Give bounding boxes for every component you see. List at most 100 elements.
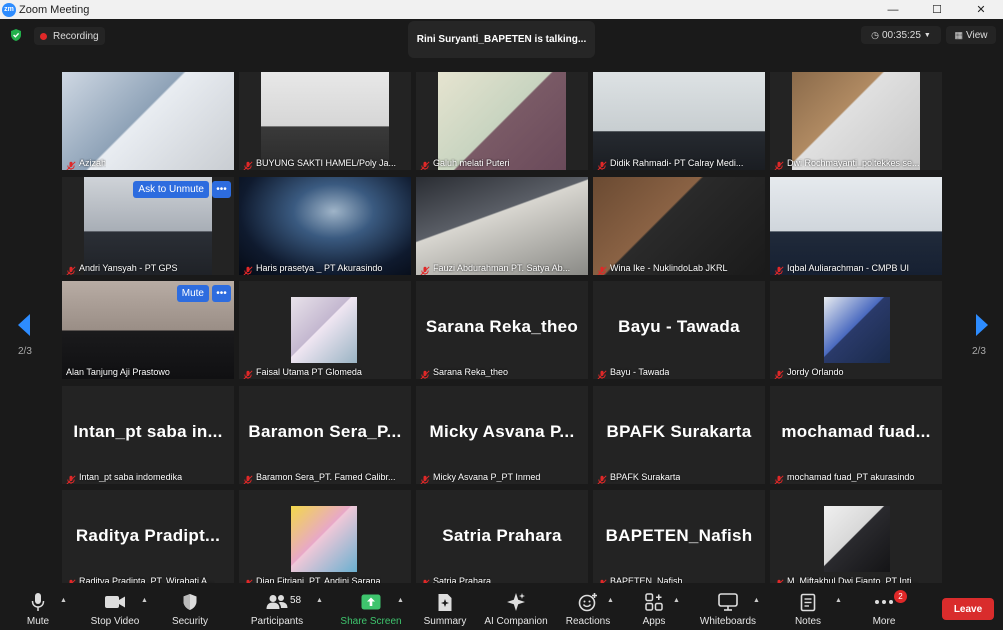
mute-button[interactable]: Mute bbox=[18, 583, 58, 630]
participant-tile[interactable]: Fauzi Abdurahman PT. Satya Ab... bbox=[416, 176, 588, 275]
participant-tile[interactable]: Didik Rahmadi- PT Calray Medi... bbox=[593, 72, 765, 170]
participant-tile[interactable]: Galuh melati Puteri bbox=[416, 72, 588, 170]
participant-count: 58 bbox=[290, 595, 302, 606]
muted-microphone-icon bbox=[774, 158, 784, 170]
participant-tile[interactable]: Raditya Pradipt... Raditya Pradipta_PT. W… bbox=[62, 490, 234, 588]
close-button[interactable]: ✕ bbox=[959, 0, 1003, 19]
participant-tile[interactable]: BAPETEN_Nafish BAPETEN_Nafish bbox=[593, 490, 765, 588]
participant-name-tag: BUYUNG SAKTI HAMEL/Poly Ja... bbox=[243, 156, 396, 170]
active-speaker-banner: Rini Suryanti_BAPETEN is talking... bbox=[408, 21, 595, 58]
mute-options-chevron-icon[interactable]: ▲ bbox=[60, 597, 67, 604]
recording-indicator[interactable]: Recording bbox=[34, 27, 105, 45]
reactions-options-chevron-icon[interactable]: ▲ bbox=[607, 597, 614, 604]
muted-microphone-icon bbox=[597, 472, 607, 484]
participant-name-tag: Micky Asvana P_PT Inmed bbox=[420, 470, 540, 484]
maximize-button[interactable]: ☐ bbox=[915, 0, 959, 19]
page-indicator-right: 2/3 bbox=[972, 346, 986, 357]
reactions-label: Reactions bbox=[565, 616, 611, 627]
muted-microphone-icon bbox=[774, 472, 784, 484]
next-page-arrow-icon[interactable] bbox=[972, 312, 992, 338]
participant-tile[interactable]: Mute ••• Alan Tanjung Aji Prastowo bbox=[62, 281, 234, 379]
participant-tile[interactable]: Dwi Rochmayanti_poltekkes se... bbox=[770, 72, 942, 170]
share-screen-button[interactable]: Share Screen bbox=[340, 583, 402, 630]
participant-name: Galuh melati Puteri bbox=[433, 158, 510, 168]
participant-name-tag: Dwi Rochmayanti_poltekkes se... bbox=[774, 156, 920, 170]
participant-tile[interactable]: Dian Fitriani_PT. Andini Sarana bbox=[239, 490, 411, 588]
participant-tile[interactable]: Intan_pt saba in... Intan_pt saba indomed… bbox=[62, 385, 234, 484]
tile-options-icon[interactable]: ••• bbox=[212, 180, 231, 198]
muted-microphone-icon bbox=[66, 263, 76, 275]
whiteboards-options-chevron-icon[interactable]: ▲ bbox=[753, 597, 760, 604]
ai-companion-button[interactable]: AI Companion bbox=[482, 583, 550, 630]
participant-tile[interactable]: Wina Ike - NuklindoLab JKRL bbox=[593, 176, 765, 275]
stop-video-label: Stop Video bbox=[90, 616, 140, 627]
participant-name: Andri Yansyah - PT GPS bbox=[79, 262, 178, 273]
window-titlebar: zm Zoom Meeting — ☐ ✕ bbox=[0, 0, 1003, 19]
participant-name-tag: Sarana Reka_theo bbox=[420, 365, 508, 379]
security-button[interactable]: Security bbox=[168, 583, 212, 630]
participants-options-chevron-icon[interactable]: ▲ bbox=[316, 597, 323, 604]
reactions-button[interactable]: Reactions bbox=[563, 583, 613, 630]
share-options-chevron-icon[interactable]: ▲ bbox=[397, 597, 404, 604]
zoom-logo-icon: zm bbox=[2, 2, 16, 17]
view-label: View bbox=[966, 29, 988, 41]
participant-display-name: BAPETEN_Nafish bbox=[605, 526, 753, 545]
previous-page-arrow-icon[interactable] bbox=[14, 312, 34, 338]
tile-options-icon[interactable]: ••• bbox=[212, 285, 231, 302]
active-speaker-text: Rini Suryanti_BAPETEN is talking... bbox=[416, 34, 587, 45]
notes-label: Notes bbox=[794, 616, 822, 627]
participant-name: Didik Rahmadi- PT Calray Medi... bbox=[610, 158, 744, 168]
more-dots-icon bbox=[874, 592, 894, 612]
minimize-button[interactable]: — bbox=[871, 0, 915, 19]
participant-tile[interactable]: Jordy Orlando bbox=[770, 281, 942, 379]
apps-label: Apps bbox=[642, 616, 666, 627]
ask-to-unmute-button[interactable]: Ask to Unmute bbox=[133, 180, 209, 198]
participant-name: Sarana Reka_theo bbox=[433, 367, 509, 377]
participant-tile[interactable]: Micky Asvana P... Micky Asvana P_PT Inmed bbox=[416, 385, 588, 484]
apps-options-chevron-icon[interactable]: ▲ bbox=[673, 597, 680, 604]
participant-display-name: Baramon Sera_P... bbox=[248, 421, 402, 441]
participant-tile[interactable]: Sarana Reka_theo Sarana Reka_theo bbox=[416, 281, 588, 379]
meeting-timer[interactable]: ◷ 00:35:25 ▼ bbox=[861, 26, 941, 44]
participant-tile[interactable]: Iqbal Auliarachman - CMPB UI bbox=[770, 176, 942, 275]
participant-tile[interactable]: Azizah bbox=[62, 72, 234, 170]
notes-options-chevron-icon[interactable]: ▲ bbox=[835, 597, 842, 604]
participant-profile-photo bbox=[824, 297, 890, 363]
video-options-chevron-icon[interactable]: ▲ bbox=[141, 597, 148, 604]
participant-tile[interactable]: Satria Prahara Satria Prahara bbox=[416, 490, 588, 588]
participant-tile[interactable]: BUYUNG SAKTI HAMEL/Poly Ja... bbox=[239, 72, 411, 170]
grid-icon: ▦ bbox=[954, 29, 963, 40]
participant-profile-photo bbox=[291, 506, 357, 572]
participant-name: Jordy Orlando bbox=[787, 367, 844, 377]
participant-tile[interactable]: M. Miftakhul Dwi Fianto_PT Inti... bbox=[770, 490, 942, 588]
zoom-meeting-window: zm Zoom Meeting — ☐ ✕ Recording Rini Sur… bbox=[0, 0, 1003, 630]
whiteboards-button[interactable]: Whiteboards bbox=[696, 583, 760, 630]
leave-button[interactable]: Leave bbox=[942, 598, 994, 620]
summary-button[interactable]: Summary bbox=[422, 583, 468, 630]
share-screen-label: Share Screen bbox=[340, 616, 402, 627]
encryption-shield-icon[interactable] bbox=[9, 28, 23, 42]
timer-value: 00:35:25 bbox=[881, 29, 921, 41]
muted-microphone-icon bbox=[774, 263, 784, 275]
stop-video-button[interactable]: Stop Video bbox=[88, 583, 142, 630]
summary-label: Summary bbox=[423, 616, 467, 627]
participant-tile[interactable]: Haris prasetya _ PT Akurasindo bbox=[239, 176, 411, 275]
participant-tile[interactable]: Bayu - Tawada Bayu - Tawada bbox=[593, 281, 765, 379]
participant-tile[interactable]: mochamad fuad... mochamad fuad_PT akurasi… bbox=[770, 385, 942, 484]
muted-microphone-icon bbox=[597, 367, 607, 379]
participant-tile[interactable]: Baramon Sera_P... Baramon Sera_PT. Famed … bbox=[239, 385, 411, 484]
participant-name: BPAFK Surakarta bbox=[610, 471, 681, 482]
tile-mute-button[interactable]: Mute bbox=[176, 285, 209, 302]
participant-tile[interactable]: Faisal Utama PT Glomeda bbox=[239, 281, 411, 379]
video-camera-icon bbox=[104, 592, 126, 612]
apps-button[interactable]: Apps bbox=[638, 583, 670, 630]
participant-name-tag: Didik Rahmadi- PT Calray Medi... bbox=[597, 156, 743, 170]
meeting-toolbar: Mute ▲ Stop Video ▲ Security Participant… bbox=[0, 583, 1003, 630]
notes-button[interactable]: Notes bbox=[788, 583, 828, 630]
participants-button[interactable]: Participants bbox=[248, 583, 306, 630]
muted-microphone-icon bbox=[597, 263, 607, 275]
participant-tile[interactable]: Ask to Unmute ••• Andri Yansyah - PT GPS bbox=[62, 176, 234, 275]
chevron-down-icon: ▼ bbox=[923, 31, 931, 39]
participant-tile[interactable]: BPAFK Surakarta BPAFK Surakarta bbox=[593, 385, 765, 484]
view-button[interactable]: ▦ View bbox=[946, 26, 996, 44]
